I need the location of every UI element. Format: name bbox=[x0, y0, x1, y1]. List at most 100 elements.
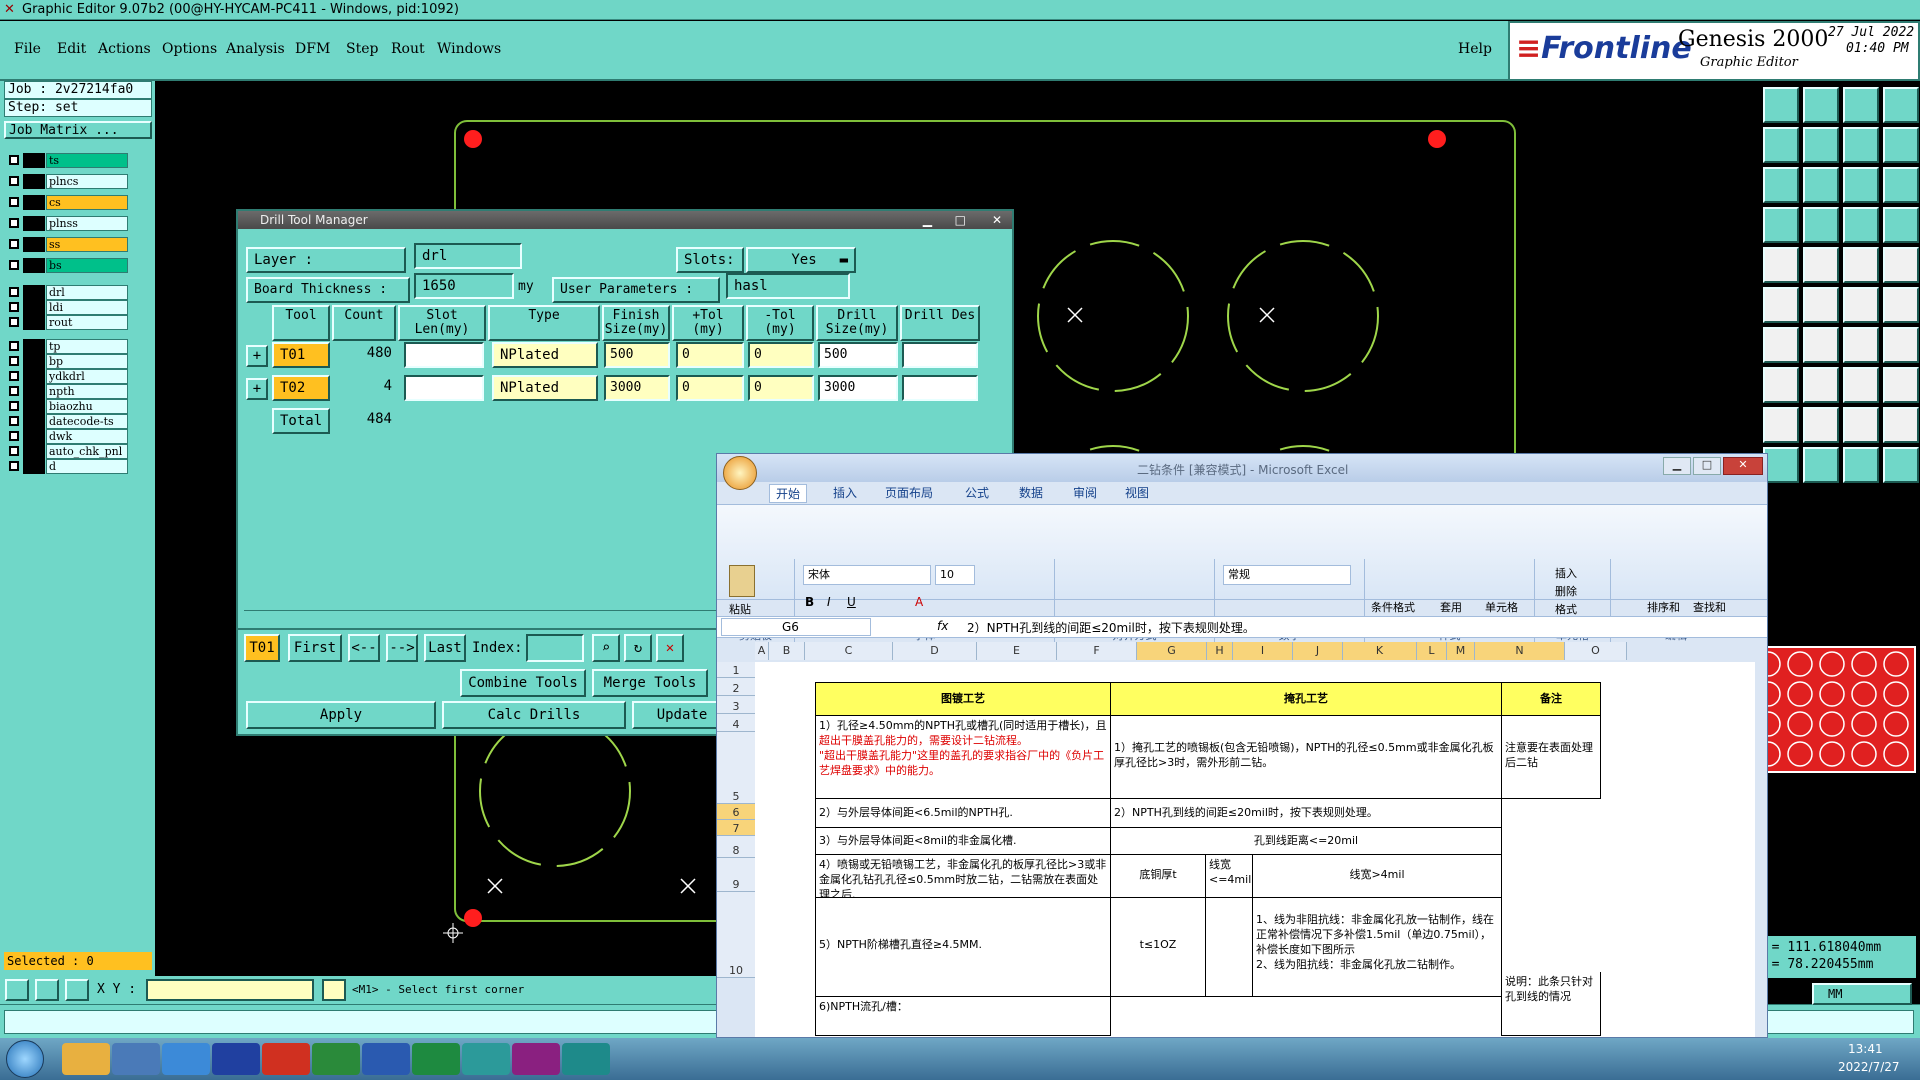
layer-checkbox[interactable] bbox=[9, 176, 19, 186]
copy-icon[interactable] bbox=[1883, 367, 1919, 403]
layer-checkbox[interactable] bbox=[9, 371, 19, 381]
layer-row-ss[interactable]: ss bbox=[6, 237, 128, 252]
layer-name[interactable]: dwk bbox=[46, 429, 128, 444]
grid-icon[interactable] bbox=[65, 979, 89, 1001]
column-header-L[interactable]: L bbox=[1417, 642, 1447, 660]
pad-icon[interactable] bbox=[1763, 367, 1799, 403]
triangle-icon[interactable] bbox=[1763, 407, 1799, 443]
layer-name[interactable]: datecode-ts bbox=[46, 414, 128, 429]
font-color-icon[interactable]: A bbox=[915, 595, 923, 609]
layer-row-tp[interactable]: tp bbox=[6, 339, 128, 354]
shape-icon[interactable] bbox=[1803, 247, 1839, 283]
paste-icon[interactable] bbox=[729, 565, 755, 597]
column-header-C[interactable]: C bbox=[805, 642, 893, 660]
layer-checkbox[interactable] bbox=[9, 287, 19, 297]
next-button[interactable]: --> bbox=[386, 634, 418, 662]
refresh-icon[interactable]: ↻ bbox=[624, 634, 652, 662]
x-icon[interactable] bbox=[512, 1043, 560, 1075]
finish-size-input[interactable]: 500 bbox=[604, 342, 670, 368]
ribbon-tab[interactable]: 视图 bbox=[1125, 484, 1149, 501]
node-icon[interactable] bbox=[1763, 287, 1799, 323]
number-format-select[interactable]: 常规 bbox=[1223, 565, 1351, 585]
ribbon-tab[interactable]: 开始 bbox=[769, 484, 808, 503]
bold-icon[interactable]: B bbox=[805, 595, 814, 609]
slot-length-input[interactable] bbox=[404, 342, 484, 368]
layer-name[interactable]: rout bbox=[46, 315, 128, 330]
expand-icon[interactable]: + bbox=[246, 345, 268, 367]
layer-name[interactable]: ldi bbox=[46, 300, 128, 315]
layer-row-rout[interactable]: rout bbox=[6, 315, 128, 330]
row-header-3[interactable]: 3 bbox=[717, 696, 755, 714]
genesis-icon[interactable] bbox=[462, 1043, 510, 1075]
layer-row-dwk[interactable]: dwk bbox=[6, 429, 128, 444]
office-button[interactable] bbox=[723, 456, 757, 490]
layer-name[interactable]: auto_chk_pnl bbox=[46, 444, 128, 459]
layer-name[interactable]: d bbox=[46, 459, 128, 474]
format-cells-button[interactable]: 格式 bbox=[1555, 601, 1577, 617]
explorer-icon[interactable] bbox=[62, 1043, 110, 1075]
row-header-2[interactable]: 2 bbox=[717, 678, 755, 696]
ribbon-tab[interactable]: 审阅 bbox=[1073, 484, 1097, 501]
layer-name[interactable]: cs bbox=[46, 195, 128, 210]
script-icon[interactable] bbox=[1883, 207, 1919, 243]
layer-name[interactable]: tp bbox=[46, 339, 128, 354]
minimize-icon[interactable]: ▁ bbox=[923, 211, 932, 229]
rotate-icon[interactable] bbox=[1843, 327, 1879, 363]
pointer-icon[interactable] bbox=[1803, 447, 1839, 483]
column-header-N[interactable]: N bbox=[1475, 642, 1565, 660]
maximize-icon[interactable]: □ bbox=[955, 211, 966, 229]
board-thickness-input[interactable]: 1650 bbox=[414, 273, 514, 299]
ribbon-tab[interactable]: 页面布局 bbox=[885, 484, 933, 501]
layer-row-plncs[interactable]: plncs bbox=[6, 174, 128, 189]
plus-tol-input[interactable]: 0 bbox=[676, 375, 744, 401]
minus-icon[interactable] bbox=[1803, 367, 1839, 403]
units-button[interactable]: MM bbox=[1812, 983, 1912, 1005]
row-header-6[interactable]: 6 bbox=[717, 804, 755, 820]
layer-row-biaozhu[interactable]: biaozhu bbox=[6, 399, 128, 414]
select-icon[interactable] bbox=[1843, 447, 1879, 483]
cross-icon[interactable] bbox=[1803, 287, 1839, 323]
excel-minimize-icon[interactable]: ▁ bbox=[1663, 457, 1691, 475]
column-header-K[interactable]: K bbox=[1343, 642, 1417, 660]
plus-tol-input[interactable]: 0 bbox=[676, 342, 744, 368]
slot-length-input[interactable] bbox=[404, 375, 484, 401]
menu-help[interactable]: Help bbox=[1458, 41, 1492, 57]
arch-icon[interactable] bbox=[1803, 407, 1839, 443]
menu-edit[interactable]: Edit bbox=[57, 41, 86, 57]
menu-file[interactable]: File bbox=[14, 41, 41, 57]
app-green-icon[interactable] bbox=[312, 1043, 360, 1075]
column-header-I[interactable]: I bbox=[1233, 642, 1293, 660]
layer-name[interactable]: ss bbox=[46, 237, 128, 252]
search-icon[interactable]: ⌕ bbox=[592, 634, 620, 662]
combine-tools-button[interactable]: Combine Tools bbox=[460, 669, 586, 697]
excel-maximize-icon[interactable]: □ bbox=[1693, 457, 1721, 475]
italic-icon[interactable]: I bbox=[827, 595, 831, 609]
apply-button[interactable]: Apply bbox=[246, 701, 436, 729]
layer-checkbox[interactable] bbox=[9, 260, 19, 270]
row-header-8[interactable]: 8 bbox=[717, 836, 755, 858]
layer-row-datecode-ts[interactable]: datecode-ts bbox=[6, 414, 128, 429]
home-icon[interactable] bbox=[1843, 87, 1879, 123]
column-header-J[interactable]: J bbox=[1293, 642, 1343, 660]
tool-type-select[interactable]: NPlated bbox=[492, 342, 598, 368]
row-header-10[interactable]: 10 bbox=[717, 892, 755, 978]
drill-size-input[interactable]: 500 bbox=[818, 342, 898, 368]
move-left-icon[interactable] bbox=[1763, 127, 1799, 163]
menu-actions[interactable]: Actions bbox=[98, 41, 151, 57]
menu-analysis[interactable]: Analysis bbox=[226, 41, 285, 57]
layer-name[interactable]: npth bbox=[46, 384, 128, 399]
delta-icon[interactable] bbox=[1883, 407, 1919, 443]
cursor-icon[interactable] bbox=[1763, 447, 1799, 483]
genesis2-icon[interactable] bbox=[562, 1043, 610, 1075]
tool-type-select[interactable]: NPlated bbox=[492, 375, 598, 401]
lasso-icon[interactable] bbox=[1883, 447, 1919, 483]
layer-checkbox[interactable] bbox=[9, 356, 19, 366]
column-header-M[interactable]: M bbox=[1447, 642, 1475, 660]
column-header-H[interactable]: H bbox=[1207, 642, 1233, 660]
column-header-F[interactable]: F bbox=[1057, 642, 1137, 660]
layer-checkbox[interactable] bbox=[9, 431, 19, 441]
excel-icon[interactable] bbox=[412, 1043, 460, 1075]
layer-row-plnss[interactable]: plnss bbox=[6, 216, 128, 231]
layer-name[interactable]: ydkdrl bbox=[46, 369, 128, 384]
layer-checkbox[interactable] bbox=[9, 401, 19, 411]
